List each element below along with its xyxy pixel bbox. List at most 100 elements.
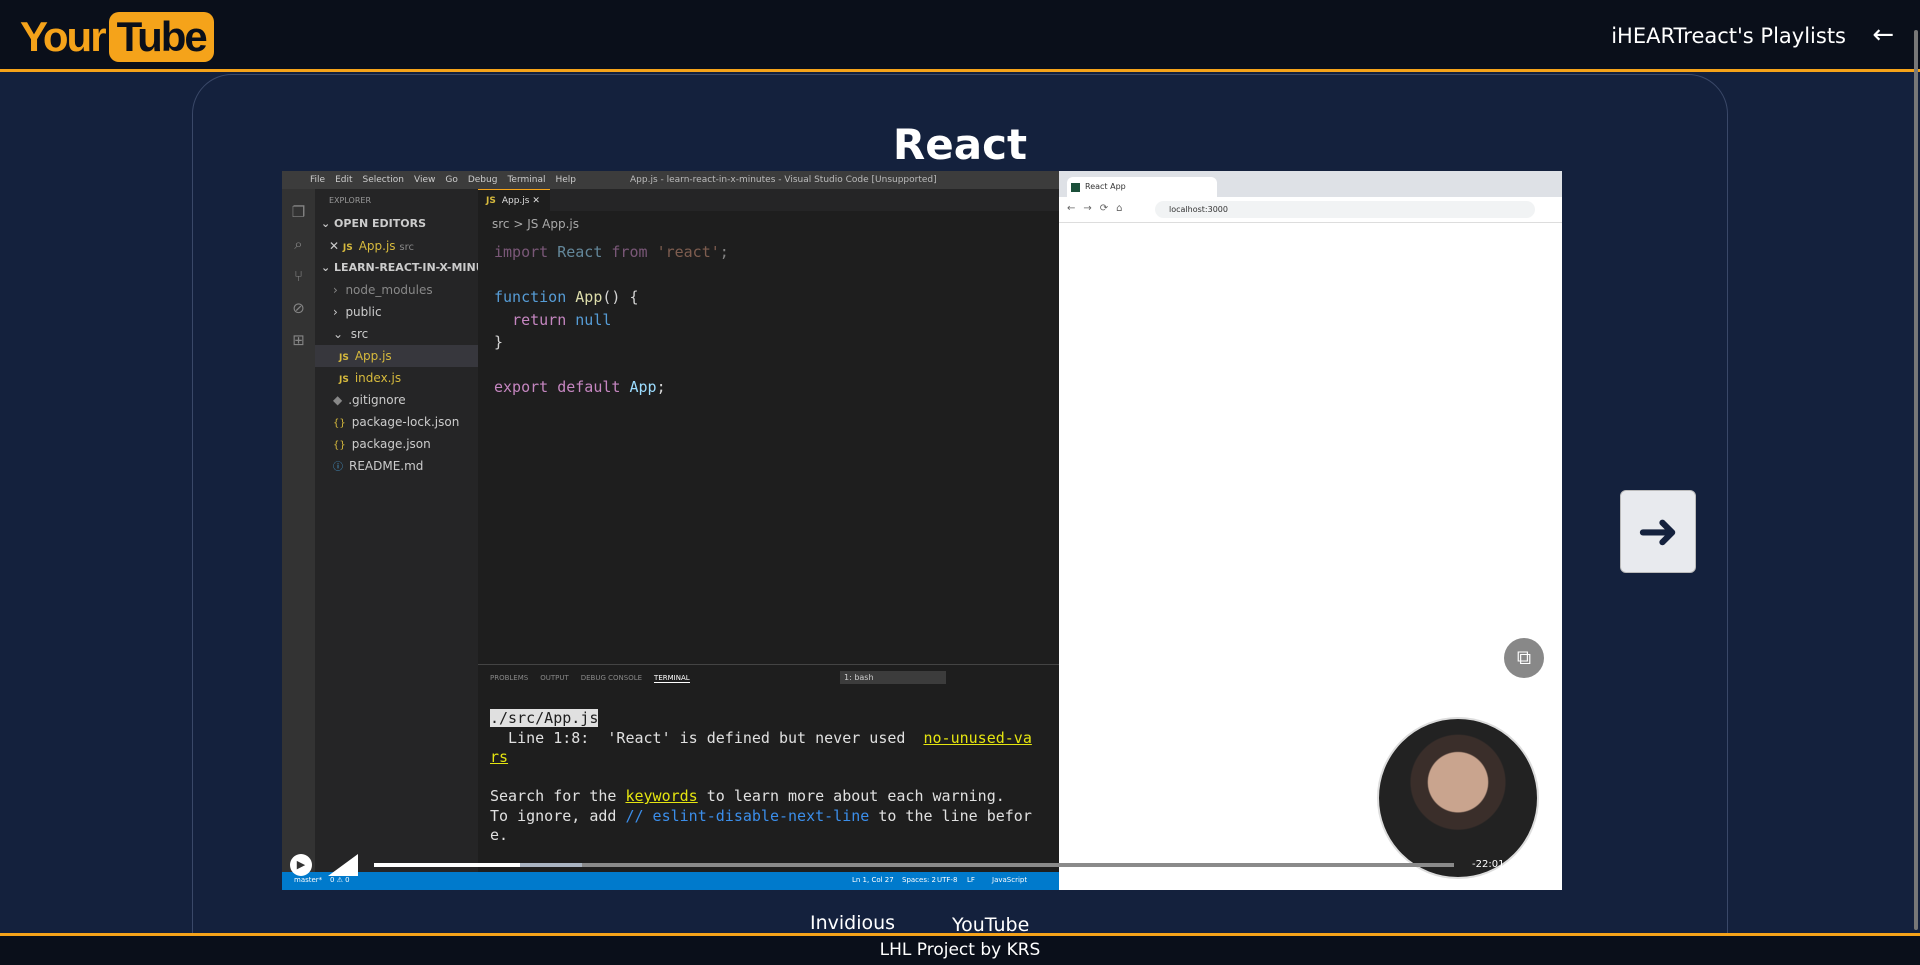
arrow-left-icon[interactable]: ←	[1872, 20, 1894, 50]
picture-in-picture-icon[interactable]: ⧉	[1504, 638, 1544, 678]
tree-item: {} package.json	[315, 433, 478, 455]
panel-tab-active: TERMINAL	[654, 674, 690, 683]
play-icon[interactable]: ▶	[290, 854, 312, 876]
tree-item: {} package-lock.json	[315, 411, 478, 433]
project-label: LEARN-REACT-IN-X-MINUTES	[334, 261, 478, 274]
progress-bar[interactable]	[374, 863, 1454, 867]
vscode-menu: File Edit Selection View Go Debug Termin…	[310, 175, 576, 185]
tree-item-label: node_modules	[345, 283, 433, 297]
site-header: Your Tube iHEARTreact's Playlists ←	[0, 0, 1920, 72]
tree-item: › node_modules	[333, 283, 433, 297]
menu-item: Help	[555, 175, 577, 185]
vscode-window-title: App.js - learn-react-in-x-minutes - Visu…	[630, 175, 937, 185]
extensions-icon: ⊞	[292, 331, 305, 349]
tree-item: JS App.js	[315, 345, 478, 367]
browser-nav-icons: ←→⟳⌂	[1067, 203, 1131, 214]
project-header: ⌄ LEARN-REACT-IN-X-MINUTES	[315, 257, 478, 279]
invidious-link[interactable]: Invidious	[810, 912, 895, 934]
terminal-text: e.	[490, 826, 509, 844]
vscode-statusbar: master* 0 ⚠ 0 Ln 1, Col 27 Spaces: 2 UTF…	[282, 872, 1059, 890]
debug-icon: ⊘	[292, 299, 305, 317]
volume-icon[interactable]	[328, 854, 358, 876]
menu-item: Selection	[362, 175, 404, 185]
time-remaining: -22:01	[1472, 859, 1505, 870]
editor-tabbar: JS App.js ✕	[478, 189, 1059, 211]
panel-tab: DEBUG CONSOLE	[580, 674, 643, 682]
terminal-file: ./src/App.js	[490, 709, 599, 727]
terminal-keyword: keywords	[625, 787, 698, 805]
panel-tab: PROBLEMS	[490, 674, 529, 682]
site-logo[interactable]: Your Tube	[20, 12, 214, 62]
browser-url: localhost:3000	[1155, 201, 1535, 218]
js-icon: JS	[486, 196, 496, 206]
vscode-editor: JS App.js ✕ src > JS App.js import React …	[478, 189, 1059, 664]
menu-item: Terminal	[507, 175, 546, 185]
next-video-button[interactable]: ➜	[1620, 490, 1696, 573]
menu-item: Debug	[467, 175, 498, 185]
terminal-text: to learn more about each warning.	[697, 787, 1005, 805]
open-file-name: App.js	[358, 239, 396, 253]
menu-item: View	[413, 175, 436, 185]
open-file-dir: src	[399, 242, 414, 253]
tree-item-label: package.json	[351, 437, 431, 451]
json-icon: {}	[333, 440, 346, 451]
vscode-activity-bar: ❐ ⌕ ⑂ ⊘ ⊞	[282, 189, 315, 872]
browser-toolbar: ←→⟳⌂ localhost:3000	[1059, 197, 1562, 223]
tree-item: ⌄ src	[333, 327, 369, 341]
terminal-comment: // eslint-disable-next-line	[625, 806, 870, 825]
status-problems: 0 ⚠ 0	[330, 876, 350, 884]
tree-item: JS index.js	[315, 367, 478, 389]
open-editor-item: ✕ JS App.js src	[329, 239, 414, 253]
vscode-terminal-panel: PROBLEMS OUTPUT DEBUG CONSOLE TERMINAL 1…	[478, 664, 1059, 872]
terminal-text: to the line befor	[869, 806, 1032, 825]
panel-tab: OUTPUT	[540, 674, 569, 682]
open-editors-header: ⌄ OPEN EDITORS	[321, 217, 426, 230]
menu-item: File	[310, 175, 326, 185]
playlists-link[interactable]: iHEARTreact's Playlists	[1611, 24, 1846, 48]
site-footer: LHL Project by KRS	[0, 933, 1920, 965]
terminal-rule: rs	[490, 748, 509, 766]
tree-item-label: README.md	[349, 459, 424, 473]
info-icon: ⓘ	[333, 462, 343, 473]
search-icon: ⌕	[294, 235, 303, 253]
browser-tab: React App	[1067, 177, 1217, 197]
logo-tube: Tube	[108, 12, 214, 62]
js-icon: JS	[342, 243, 353, 253]
code-block: import React from 'react'; function App(…	[494, 243, 729, 396]
files-icon: ❐	[291, 203, 306, 221]
status-eol: LF	[967, 876, 975, 884]
editor-tab-label: App.js	[501, 196, 530, 206]
terminal-rule: no-unused-va	[923, 728, 1032, 747]
status-language: JavaScript	[992, 876, 1028, 884]
menu-item: Edit	[335, 175, 353, 185]
editor-tab: JS App.js ✕	[478, 189, 550, 211]
terminal-text: To ignore, add	[490, 806, 626, 825]
js-icon: JS	[339, 353, 349, 363]
status-spaces: Spaces: 2	[902, 876, 937, 884]
terminal-shell-select: 1: bash	[840, 671, 946, 684]
tree-item-label: App.js	[354, 349, 392, 363]
status-branch: master*	[294, 876, 323, 884]
logo-your: Your	[20, 13, 107, 60]
open-editors-label: OPEN EDITORS	[334, 217, 426, 230]
gitignore-icon: ◆	[333, 393, 343, 407]
menu-item: Go	[445, 175, 458, 185]
explorer-label: EXPLORER	[329, 196, 371, 205]
terminal-text: Search for the	[490, 787, 626, 805]
video-player[interactable]: File Edit Selection View Go Debug Termin…	[282, 171, 1562, 890]
browser-tabbar: React App	[1059, 171, 1562, 197]
tree-item-label: src	[350, 327, 369, 341]
tree-item: ◆ .gitignore	[315, 389, 478, 411]
arrow-right-icon: ➜	[1637, 502, 1679, 560]
webcam-overlay	[1377, 717, 1539, 879]
page-title: React	[892, 120, 1028, 169]
panel-tabs: PROBLEMS OUTPUT DEBUG CONSOLE TERMINAL	[490, 674, 690, 683]
status-encoding: UTF-8	[937, 876, 958, 884]
tree-item-label: public	[345, 305, 382, 319]
tree-item: ⓘ README.md	[315, 455, 478, 477]
tree-item-label: .gitignore	[348, 393, 406, 407]
page-scrollbar[interactable]	[1914, 30, 1918, 930]
status-position: Ln 1, Col 27	[852, 876, 894, 884]
js-icon: JS	[339, 375, 349, 385]
progress-fill	[374, 863, 520, 867]
